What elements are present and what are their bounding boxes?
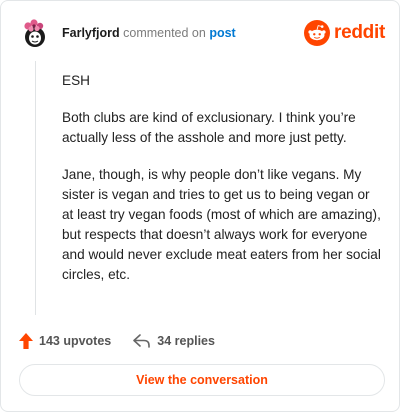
comment-actions: 143 upvotes 34 replies [19, 331, 237, 351]
username-link[interactable]: Farlyfjord [62, 26, 120, 40]
view-conversation-button[interactable]: View the conversation [19, 364, 385, 396]
comment-meta: Farlyfjord commented on post [62, 26, 236, 40]
reddit-logo[interactable]: reddit [304, 20, 385, 46]
upvote-button[interactable]: 143 upvotes [19, 333, 111, 349]
reddit-snoo-icon [304, 20, 331, 46]
comment-body: ESH Both clubs are kind of exclusionary.… [62, 71, 382, 302]
comment-paragraph: ESH [62, 73, 90, 88]
commented-on-text: commented on [123, 26, 206, 40]
comment-paragraph: Jane, though, is why people don’t like v… [62, 167, 381, 282]
upvote-count: 143 upvotes [39, 334, 112, 348]
thread-line [35, 61, 36, 315]
comment-paragraph: Both clubs are kind of exclusionary. I t… [62, 110, 356, 145]
embedded-comment-card: Farlyfjord commented on post reddit ESH … [0, 0, 400, 412]
reddit-wordmark: reddit [334, 22, 385, 43]
replies-button[interactable]: 34 replies [133, 334, 215, 348]
user-avatar[interactable] [19, 17, 51, 49]
comment-header: Farlyfjord commented on post reddit [19, 17, 385, 53]
reply-count: 34 replies [157, 334, 215, 348]
upvote-arrow-icon [19, 333, 33, 349]
post-link[interactable]: post [209, 26, 235, 40]
reply-icon [133, 334, 151, 348]
